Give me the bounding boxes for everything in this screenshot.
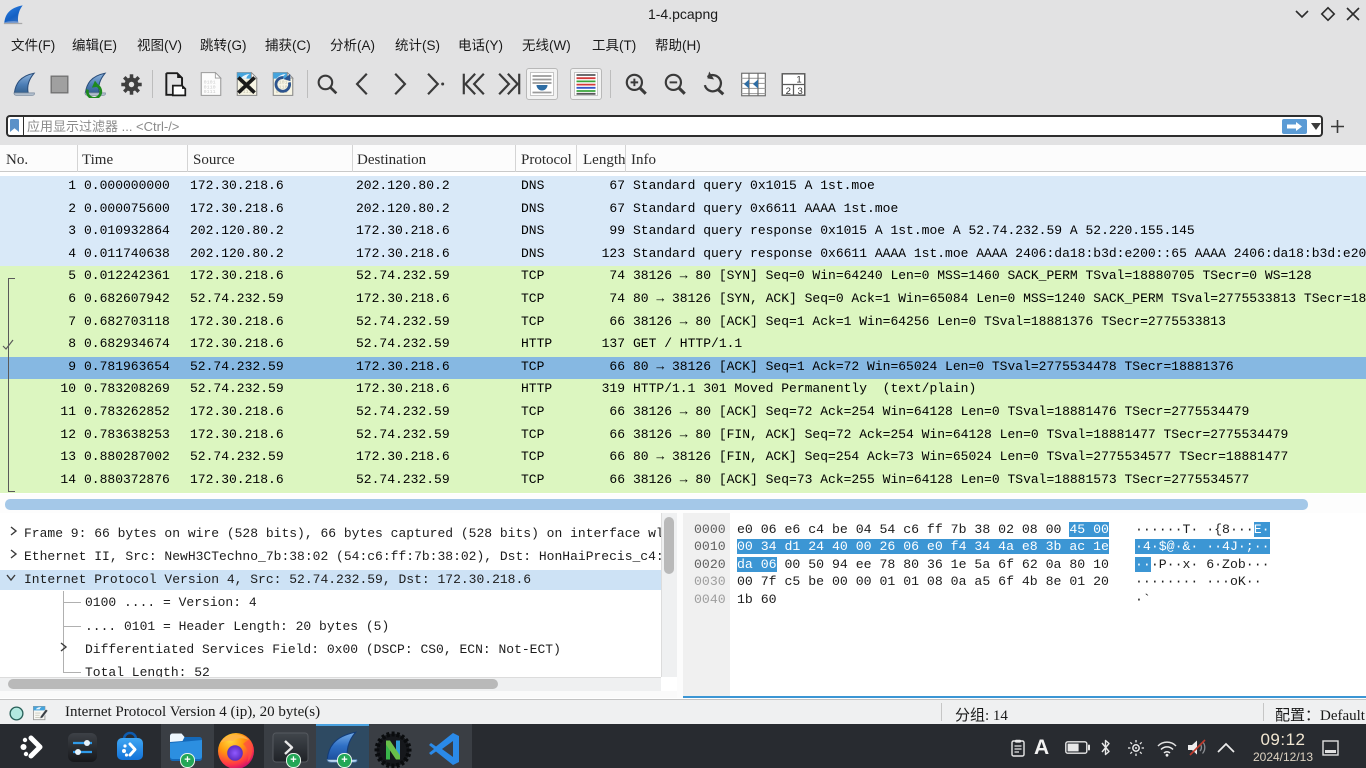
svg-text:1: 1 [796,74,801,85]
svg-text:0111: 0111 [204,89,216,95]
svg-text:3: 3 [797,86,802,97]
svg-text:2: 2 [785,86,790,97]
